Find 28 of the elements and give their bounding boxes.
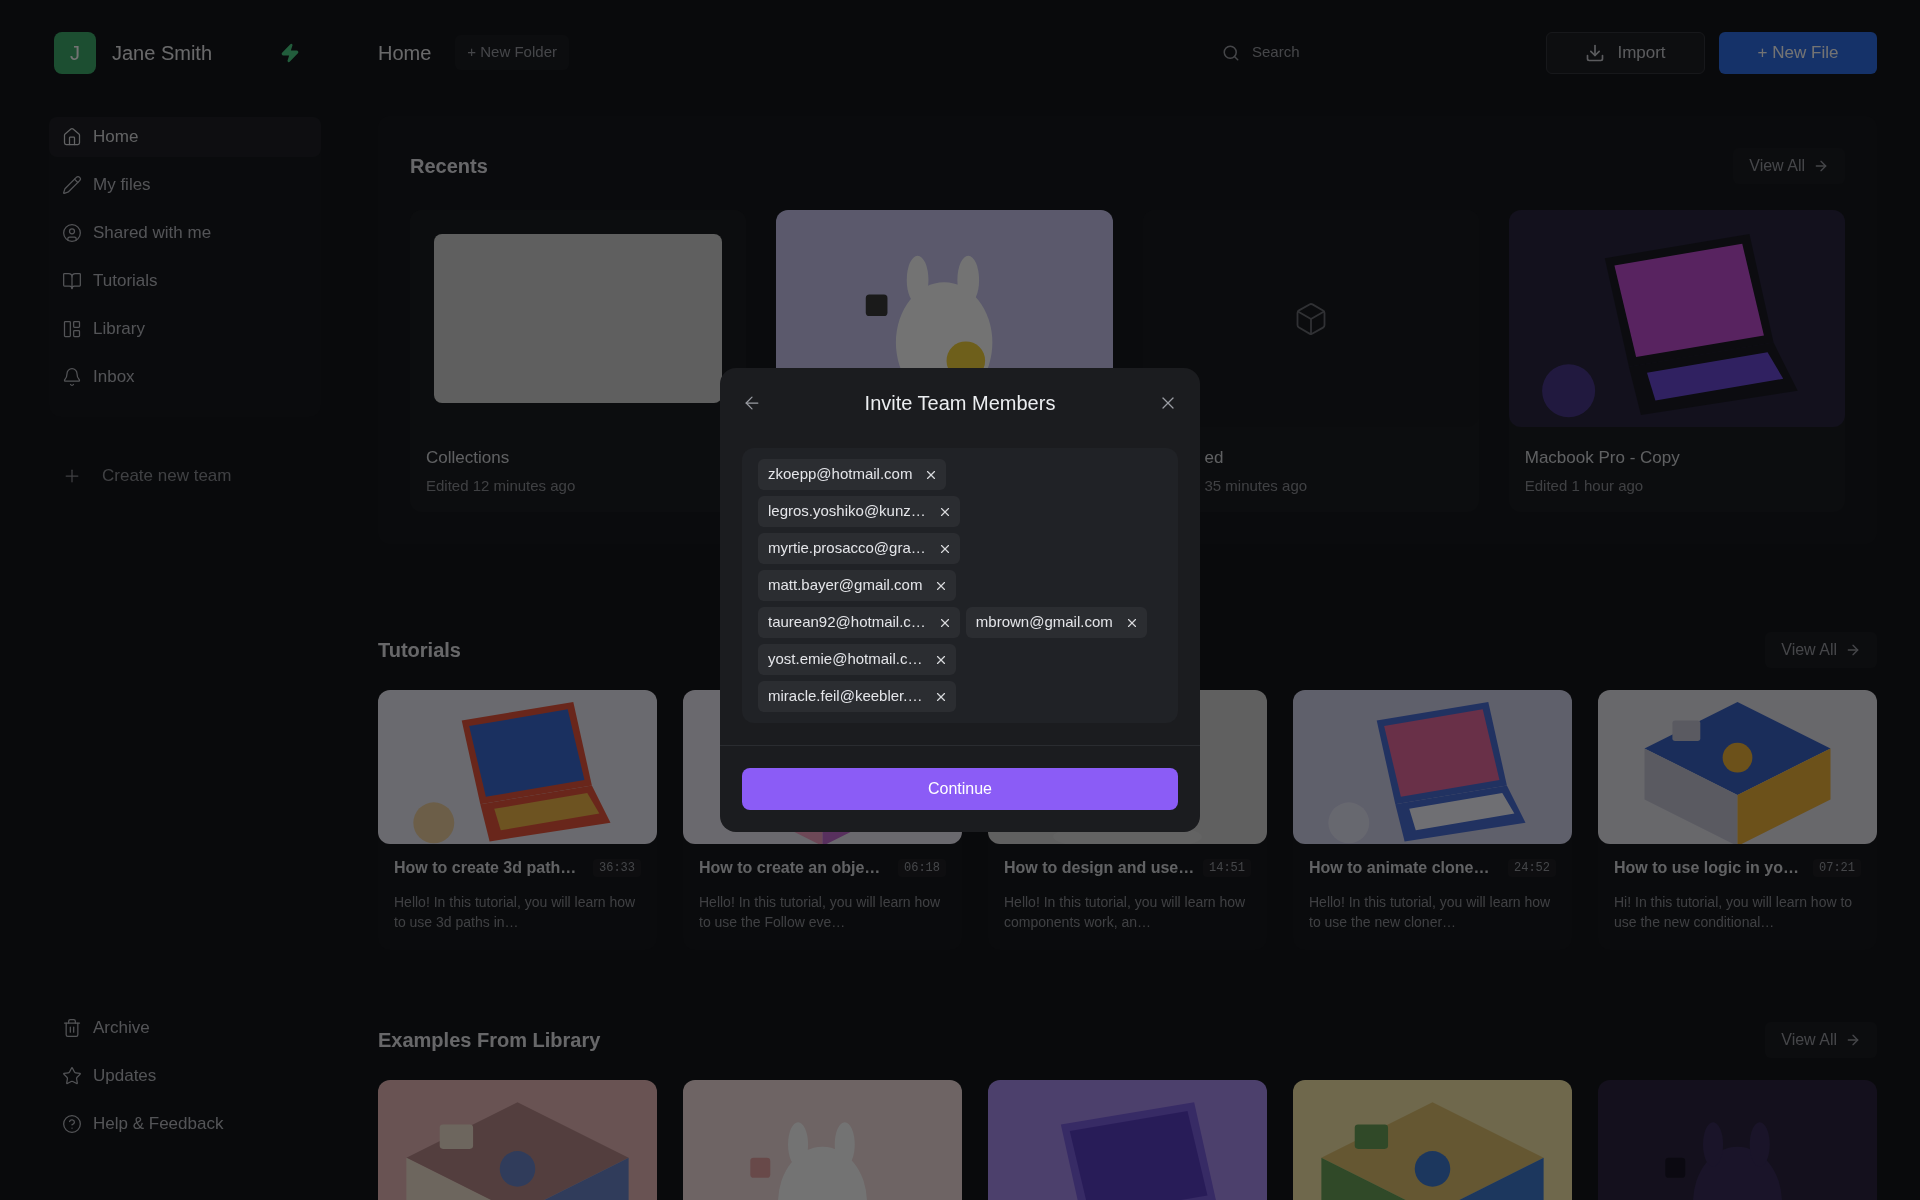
user-name: Jane Smith <box>112 40 213 66</box>
email-address: matt.bayer@gmail.com <box>768 575 923 596</box>
email-address: legros.yoshiko@kunz… <box>768 501 926 522</box>
tutorial-title: How to animate clone… <box>1309 858 1490 878</box>
section-title: Tutorials <box>378 638 461 663</box>
duration: 24:52 <box>1508 859 1556 877</box>
email-address: miracle.feil@keebler.… <box>768 686 923 707</box>
tutorial-title: How to design and use… <box>1004 858 1195 878</box>
avatar: J <box>54 31 96 74</box>
email-address: mbrown@gmail.com <box>975 612 1113 633</box>
email-address: zkoepp@hotmail.com <box>768 464 913 485</box>
section-title: Examples From Library <box>378 1028 601 1053</box>
email-address: taurean92@hotmail.c… <box>768 612 926 633</box>
duration: 36:33 <box>593 859 641 877</box>
dialog-title: Invite Team Members <box>864 391 1056 416</box>
file-title: Macbook Pro - Copy <box>1524 447 1681 469</box>
duration: 14:51 <box>1203 859 1251 877</box>
duration: 07:21 <box>1813 859 1861 877</box>
page-title: Home <box>378 40 432 66</box>
tutorial-title: How to use logic in yo… <box>1614 858 1799 878</box>
tutorial-title: How to create an obje… <box>699 858 881 878</box>
file-title: ed <box>1204 447 1225 469</box>
tutorial-title: How to create 3d path… <box>394 858 577 878</box>
email-address: myrtie.prosacco@gra… <box>768 538 926 559</box>
duration: 06:18 <box>898 859 946 877</box>
section-title: Recents <box>410 154 488 179</box>
email-address: yost.emie@hotmail.c… <box>768 649 923 670</box>
file-title: Collections <box>426 447 511 469</box>
